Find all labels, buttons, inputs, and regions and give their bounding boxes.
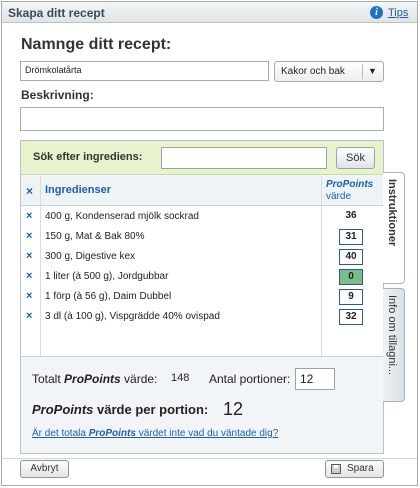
mismatch-suffix: värdet inte vad du väntade dig? xyxy=(135,428,279,439)
recipe-name-input[interactable]: Drömkolatårta xyxy=(20,61,269,81)
tab-instructions-label: Instruktioner xyxy=(386,179,398,247)
total-brand: ProPoints xyxy=(64,372,121,386)
per-portion-value: 12 xyxy=(223,399,244,419)
title-bar: Skapa ditt recept i Tips xyxy=(2,2,417,23)
category-select[interactable]: Kakor och bak ▼ xyxy=(274,61,384,82)
per-portion-brand: ProPoints xyxy=(32,402,94,417)
mismatch-brand: ProPoints xyxy=(88,428,136,439)
delete-row-icon[interactable]: × xyxy=(26,270,32,282)
cancel-button[interactable]: Avbryt xyxy=(20,460,69,478)
mismatch-prefix: Är det totala xyxy=(32,428,89,439)
table-row: × 400 g, Kondenserad mjölk sockrad 36 xyxy=(21,207,383,227)
propoints-header-rest: värde xyxy=(326,191,352,202)
category-select-value: Kakor och bak xyxy=(281,66,345,77)
propoints-value: 36 xyxy=(345,210,357,221)
ingredient-text: 1 förp (à 56 g), Daim Dubbel xyxy=(45,291,172,302)
description-input[interactable] xyxy=(20,107,384,131)
total-prefix: Totalt xyxy=(32,372,65,386)
unexpected-value-link[interactable]: Är det totala ProPoints värdet inte vad … xyxy=(32,428,278,439)
ingredient-search-bar: Sök efter ingrediens: Sök xyxy=(21,141,383,175)
ingredient-text: 150 g, Mat & Bak 80% xyxy=(45,231,145,242)
total-label: Totalt ProPoints värde: xyxy=(32,372,157,386)
propoints-value: 40 xyxy=(339,249,363,265)
per-portion-suffix: värde per portion: xyxy=(93,402,209,417)
chevron-down-icon: ▼ xyxy=(368,66,377,76)
propoints-value: 32 xyxy=(339,309,363,325)
dialog-title: Skapa ditt recept xyxy=(8,6,105,20)
table-row: × 3 dl (à 100 g), Vispgrädde 40% ovispad… xyxy=(21,307,383,327)
select-divider xyxy=(362,64,363,79)
propoints-header-brand: ProPoints xyxy=(326,179,374,190)
table-row: × 150 g, Mat & Bak 80% 31 xyxy=(21,227,383,247)
total-suffix: värde: xyxy=(120,372,158,386)
delete-row-icon[interactable]: × xyxy=(26,210,32,222)
tab-instructions[interactable]: Instruktioner xyxy=(383,172,405,284)
delete-row-icon[interactable]: × xyxy=(26,290,32,302)
search-label: Sök efter ingrediens: xyxy=(33,151,143,163)
info-icon[interactable]: i xyxy=(370,6,383,19)
ingredient-text: 3 dl (à 100 g), Vispgrädde 40% ovispad xyxy=(45,311,220,322)
portions-input[interactable]: 12 xyxy=(295,368,335,390)
ingredient-text: 1 liter (à 500 g), Jordgubbar xyxy=(45,271,169,282)
propoints-column-header: ProPoints värde xyxy=(326,179,378,203)
save-icon xyxy=(331,464,341,474)
ingredients-panel: Sök efter ingrediens: Sök × Ingredienser… xyxy=(20,140,384,454)
description-heading: Beskrivning: xyxy=(21,88,94,102)
tab-cooking-info[interactable]: Info om tillagni... xyxy=(383,288,405,402)
recipe-dialog: Skapa ditt recept i Tips Namnge ditt rec… xyxy=(1,1,418,486)
total-value: 148 xyxy=(171,372,190,384)
ingredients-table: × Ingredienser ProPoints värde × 400 g, K… xyxy=(21,176,383,356)
summary-divider xyxy=(21,356,383,357)
tab-cooking-info-label: Info om tillagni... xyxy=(386,295,398,376)
save-button-label: Spara xyxy=(347,463,374,474)
footer-divider xyxy=(2,458,417,459)
table-header: × Ingredienser ProPoints värde xyxy=(21,176,383,206)
table-row: × 300 g, Digestive kex 40 xyxy=(21,247,383,267)
delete-row-icon[interactable]: × xyxy=(26,250,32,262)
delete-row-icon[interactable]: × xyxy=(26,230,32,242)
table-row: × 1 förp (à 56 g), Daim Dubbel 9 xyxy=(21,287,383,307)
per-portion-label: ProPoints värde per portion: xyxy=(32,402,208,417)
search-button[interactable]: Sök xyxy=(336,147,375,169)
portions-label: Antal portioner: xyxy=(209,372,291,386)
propoints-value: 31 xyxy=(339,229,363,245)
delete-row-icon[interactable]: × xyxy=(26,310,32,322)
delete-all-icon: × xyxy=(26,184,34,198)
recipe-name-heading: Namnge ditt recept: xyxy=(21,36,172,53)
tips-link[interactable]: Tips xyxy=(388,7,408,19)
propoints-value: 0 xyxy=(339,269,363,285)
save-button[interactable]: Spara xyxy=(325,460,384,478)
table-row: × 1 liter (à 500 g), Jordgubbar 0 xyxy=(21,267,383,287)
ingredients-column-header: Ingredienser xyxy=(45,184,112,196)
ingredient-text: 400 g, Kondenserad mjölk sockrad xyxy=(45,211,199,222)
ingredient-text: 300 g, Digestive kex xyxy=(45,251,136,262)
propoints-value: 9 xyxy=(339,289,363,305)
ingredient-search-input[interactable] xyxy=(161,147,327,169)
